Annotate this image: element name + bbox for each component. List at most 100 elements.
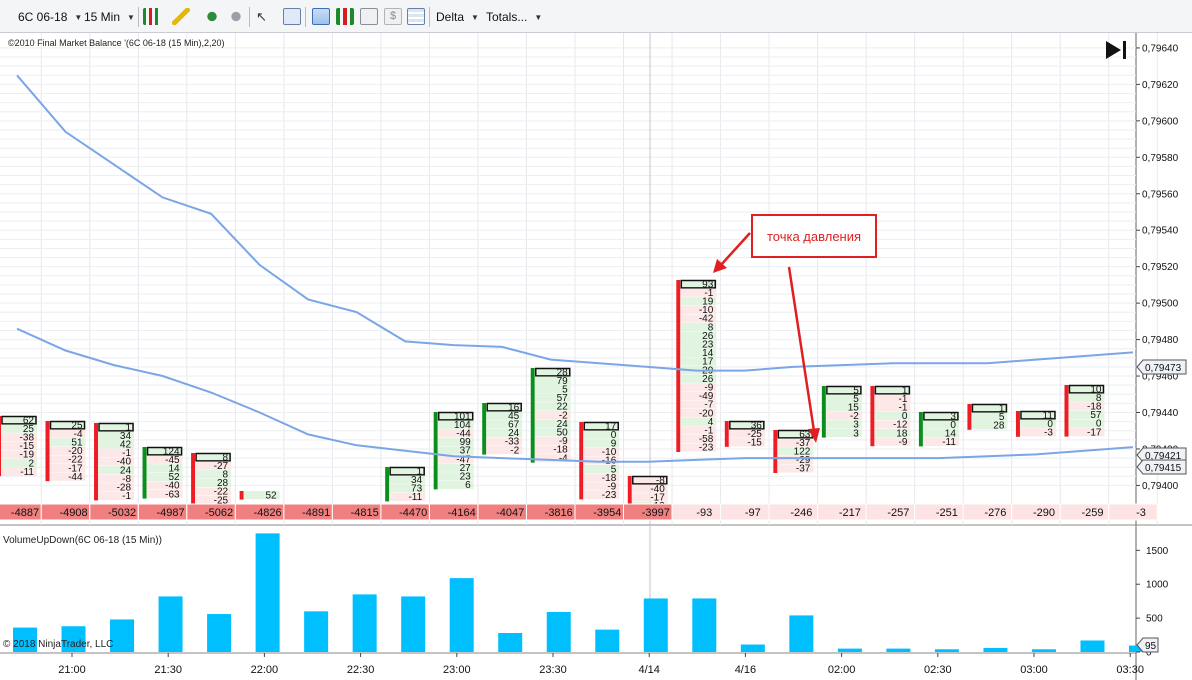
pencil-icon[interactable] <box>172 8 190 25</box>
candles-icon[interactable] <box>336 8 354 25</box>
candle-body <box>45 421 50 482</box>
delta-total-value: -4164 <box>448 507 476 519</box>
candle-body <box>482 403 487 455</box>
remove-indicator-icon[interactable] <box>227 8 245 25</box>
bar-style-icon[interactable] <box>143 8 161 25</box>
time-tick-label: 02:00 <box>828 664 856 676</box>
delta-selector[interactable]: Delta ▼ <box>436 6 479 28</box>
price-tick-label: 0,79500 <box>1142 299 1179 310</box>
chevron-down-icon: ▼ <box>74 12 83 22</box>
toolbar-divider <box>429 7 430 27</box>
footprint-cell-value: 3 <box>853 428 859 439</box>
footprint-cell-value: -9 <box>898 437 907 448</box>
instrument-selector[interactable]: 6C 06-18 ▼ <box>18 6 82 28</box>
volume-tag-label: 95 <box>1145 641 1157 652</box>
dollar-icon[interactable]: $ <box>384 8 402 25</box>
delta-total-value: -217 <box>839 507 861 519</box>
chevron-down-icon: ▼ <box>471 12 479 22</box>
price-tick-label: 0,79640 <box>1142 43 1179 54</box>
cursor-icon[interactable]: ↖ <box>256 8 274 25</box>
chevron-down-icon: ▼ <box>127 12 135 22</box>
strategy-icon[interactable] <box>360 8 378 25</box>
price-tick-label: 0,79560 <box>1142 189 1179 200</box>
delta-total-value: -4987 <box>156 507 184 519</box>
chart-area[interactable]: 0,79640 0,79620 0,79600 0,79580 0,79560 0,795… <box>0 33 1192 680</box>
volume-bar <box>886 648 911 652</box>
delta-total-value: -259 <box>1081 507 1103 519</box>
chart-grid <box>0 33 1192 680</box>
footprint-cell-value: -15 <box>747 438 762 449</box>
instrument-label: 6C 06-18 <box>18 10 68 24</box>
totals-label: Totals... <box>486 10 528 24</box>
candle-body <box>94 423 99 501</box>
price-tick-label: 0,79580 <box>1142 153 1179 164</box>
volume-tick-label: 1500 <box>1146 546 1169 557</box>
delta-total-value: -3997 <box>642 507 670 519</box>
copyright-text: © 2018 NinjaTrader, LLC <box>3 639 113 650</box>
delta-total-cell <box>1108 503 1158 521</box>
volume-bar <box>352 594 377 652</box>
delta-total-value: -4887 <box>11 507 39 519</box>
add-indicator-icon[interactable] <box>203 8 221 25</box>
candle-body <box>870 386 875 447</box>
volume-bar <box>595 629 620 652</box>
toolbar-divider <box>138 7 139 27</box>
price-tick-label: 0,79540 <box>1142 226 1179 237</box>
volume-bar <box>1031 649 1056 652</box>
chart-trader-icon[interactable] <box>312 8 330 25</box>
delta-total-value: -4815 <box>351 507 379 519</box>
interval-selector[interactable]: 15 Min ▼ <box>84 6 135 28</box>
totals-selector[interactable]: Totals... ▼ <box>486 6 542 28</box>
delta-label: Delta <box>436 10 465 24</box>
candle-body <box>967 404 972 430</box>
delta-total-value: -93 <box>696 507 712 519</box>
volume-bar <box>207 614 232 652</box>
properties-icon[interactable] <box>407 8 425 25</box>
chevron-down-icon: ▼ <box>534 12 543 22</box>
volume-bar <box>255 533 280 652</box>
price-tag-1-label: 0,79473 <box>1145 363 1182 374</box>
volume-bar <box>643 598 668 652</box>
time-tick-label: 22:30 <box>347 664 375 676</box>
delta-total-value: -3 <box>1136 507 1146 519</box>
price-tick-label: 0,79400 <box>1142 481 1179 492</box>
delta-total-value: -4908 <box>59 507 87 519</box>
volume-bar <box>983 647 1008 652</box>
candle-body <box>821 386 826 438</box>
volume-bar <box>1080 640 1105 652</box>
delta-total-value: -4047 <box>496 507 524 519</box>
volume-bar <box>401 596 426 652</box>
toolbar-divider <box>249 7 250 27</box>
time-tick-label: 22:00 <box>251 664 279 676</box>
delta-total-value: -246 <box>790 507 812 519</box>
volume-bar <box>110 619 135 652</box>
footprint-cell-value: -11 <box>942 437 956 448</box>
price-tag-1: 0,79473 <box>1136 359 1187 375</box>
time-tick-label: 03:00 <box>1020 664 1048 676</box>
toolbar-divider <box>305 7 306 27</box>
delta-total-value: -5032 <box>108 507 136 519</box>
zoom-icon[interactable] <box>283 8 301 25</box>
price-tag-3: 0,79415 <box>1136 459 1187 475</box>
volume-tick-label: 1000 <box>1146 580 1169 591</box>
footprint-cell-value: -11 <box>20 467 34 478</box>
candle-body <box>773 430 778 473</box>
footprint-cell-value: -3 <box>1044 428 1053 439</box>
footprint-cell-value: 52 <box>265 490 277 501</box>
candle-body <box>1015 411 1020 437</box>
footprint-cell-value: -23 <box>602 490 617 501</box>
price-tick-label: 0,79600 <box>1142 116 1179 127</box>
delta-total-value: -276 <box>984 507 1006 519</box>
delta-totals-row: -4887 -4908 -5032 -4987 -5062 -4826 -4891 -4815… <box>0 503 1158 521</box>
delta-total-value: -290 <box>1033 507 1055 519</box>
footprint-cell-value: 6 <box>465 480 471 491</box>
candle-body <box>191 453 196 505</box>
price-tick-label: 0,79440 <box>1142 408 1179 419</box>
candle-body <box>676 280 681 452</box>
candle-body <box>1064 385 1069 437</box>
volume-bar <box>304 611 329 652</box>
time-tick-label: 4/16 <box>735 664 756 676</box>
footprint-cell-value: -11 <box>408 492 422 503</box>
footprint-cell-value: -2 <box>510 445 519 456</box>
delta-total-value: -251 <box>936 507 958 519</box>
